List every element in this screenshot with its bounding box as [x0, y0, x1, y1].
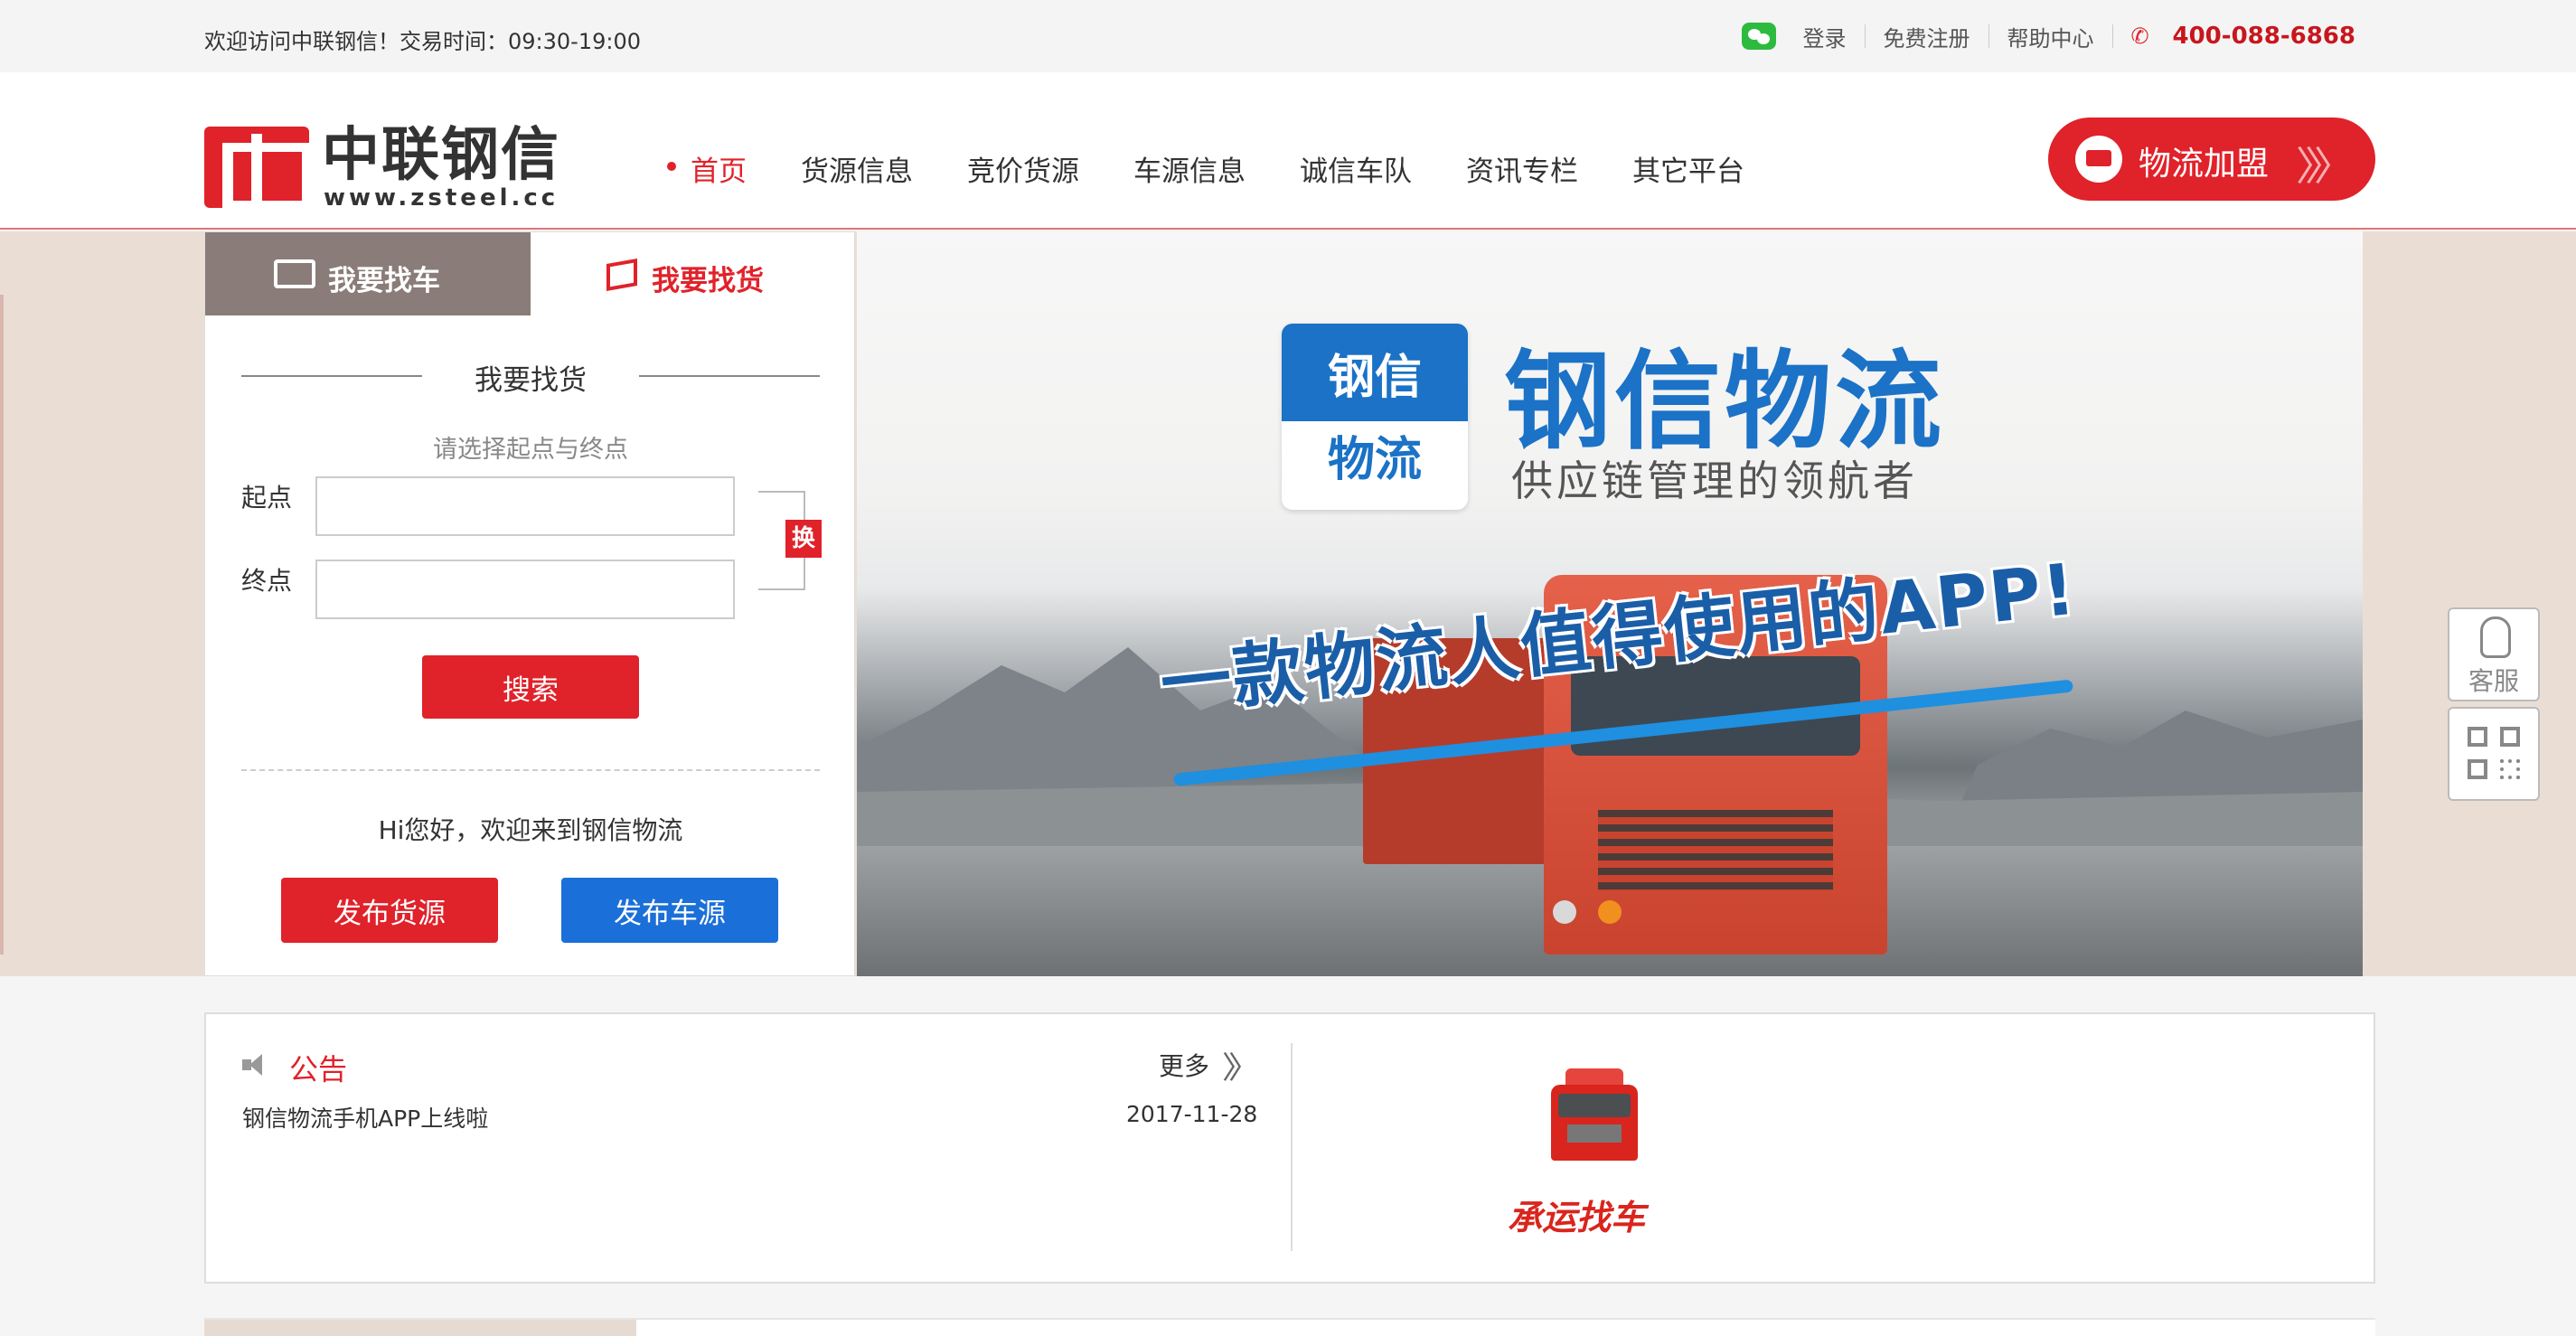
- start-label: 起点: [241, 483, 293, 513]
- carousel-dot[interactable]: [1553, 900, 1576, 924]
- publish-vehicle-button[interactable]: 发布车源: [561, 878, 778, 943]
- nav-item-other-platforms[interactable]: 其它平台: [1632, 148, 1744, 189]
- divider: [2111, 24, 2113, 48]
- tab-find-vehicle[interactable]: 我要找车: [205, 232, 531, 315]
- logo[interactable]: 中联钢信 www.zsteel.cc: [204, 127, 584, 212]
- nav-item-vehicle-info[interactable]: 车源信息: [1133, 148, 1246, 189]
- login-link[interactable]: 登录: [1803, 21, 1847, 52]
- main-nav: 首页 货源信息 竞价货源 车源信息 诚信车队 资讯专栏 其它平台: [667, 148, 1799, 189]
- top-links: 登录 免费注册 帮助中心 ✆ 400-088-6868: [1741, 20, 2356, 52]
- nav-item-goods-info[interactable]: 货源信息: [801, 148, 913, 189]
- divider: [1988, 24, 1989, 48]
- carrier-find-vehicle-link[interactable]: 承运找车: [1508, 1190, 1645, 1239]
- next-section-top: [204, 1318, 2375, 1336]
- more-link[interactable]: 更多: [1159, 1047, 1209, 1083]
- top-bar: 欢迎访问中联钢信！交易时间：09:30-19:00 登录 免费注册 帮助中心 ✆…: [0, 0, 2576, 72]
- search-panel: 我要找车 我要找货 我要找货 请选择起点与终点 起点 终点 换 搜索 Hi您好，…: [204, 231, 855, 976]
- logistics-join-button[interactable]: 物流加盟 〉〉〉: [2048, 118, 2375, 201]
- logo-mark-icon: [204, 127, 313, 210]
- truck-icon: [2075, 136, 2122, 183]
- nav-item-news[interactable]: 资讯专栏: [1466, 148, 1578, 189]
- banner-title: 钢信物流: [1504, 339, 1946, 464]
- hero-banner[interactable]: 钢信 物流 钢信物流 供应链管理的领航者 一款物流人值得使用的APP!: [857, 231, 2363, 976]
- notice-date: 2017-11-28: [1126, 1101, 1258, 1127]
- search-button[interactable]: 搜索: [422, 655, 639, 719]
- start-field[interactable]: [315, 476, 735, 536]
- nav-item-home[interactable]: 首页: [663, 148, 747, 189]
- qq-penguin-icon: [2480, 616, 2511, 658]
- end-label: 终点: [241, 566, 293, 596]
- divider: [1864, 24, 1866, 48]
- welcome-text: 欢迎访问中联钢信！交易时间：09:30-19:00: [204, 29, 641, 54]
- end-field[interactable]: [315, 560, 735, 619]
- panel-tabs: 我要找车 我要找货: [205, 232, 856, 315]
- double-chevron-icon: 〉〉〉: [2296, 144, 2354, 190]
- banner-subtitle: 供应链管理的领航者: [1511, 456, 1918, 505]
- phone-number: 400-088-6868: [2172, 23, 2356, 50]
- nav-item-trusted-fleet[interactable]: 诚信车队: [1300, 148, 1412, 189]
- notice-section: 公告 更多 〉〉 钢信物流手机APP上线啦 2017-11-28 承运找车: [204, 1012, 2375, 1284]
- divider: [1291, 1043, 1293, 1251]
- wechat-icon[interactable]: [1741, 23, 1776, 50]
- truck-icon: [274, 259, 315, 288]
- publish-goods-button[interactable]: 发布货源: [281, 878, 498, 943]
- form-hint: 请选择起点与终点: [433, 436, 628, 464]
- help-link[interactable]: 帮助中心: [2007, 21, 2094, 52]
- app-logo-icon: 钢信 物流: [1282, 324, 1468, 510]
- register-link[interactable]: 免费注册: [1884, 21, 1970, 52]
- customer-service-widget[interactable]: 客服: [2448, 607, 2540, 701]
- divider: [241, 769, 820, 771]
- join-label: 物流加盟: [2139, 146, 2270, 183]
- notice-title: 公告: [289, 1052, 348, 1087]
- welcome-message: Hi您好，欢迎来到钢信物流: [378, 815, 683, 845]
- tab-find-goods[interactable]: 我要找货: [531, 232, 856, 315]
- double-chevron-icon: 〉〉: [1222, 1050, 1259, 1087]
- swap-button[interactable]: 换: [785, 520, 822, 558]
- carousel-dot-active[interactable]: [1598, 900, 1622, 924]
- carousel-dots: [1553, 900, 1643, 924]
- qr-code-icon: [2468, 727, 2522, 781]
- phone-icon: ✆: [2130, 24, 2149, 49]
- truck-front-icon[interactable]: [1547, 1068, 1641, 1168]
- qr-code-widget[interactable]: [2448, 707, 2540, 801]
- form-title: 我要找货: [475, 364, 587, 397]
- notice-item[interactable]: 钢信物流手机APP上线啦: [242, 1101, 488, 1134]
- speaker-icon: [242, 1054, 269, 1076]
- logo-url: www.zsteel.cc: [324, 184, 559, 212]
- logo-text: 中联钢信: [322, 122, 560, 189]
- nav-item-bidding-goods[interactable]: 竞价货源: [967, 148, 1079, 189]
- box-icon: [606, 259, 637, 291]
